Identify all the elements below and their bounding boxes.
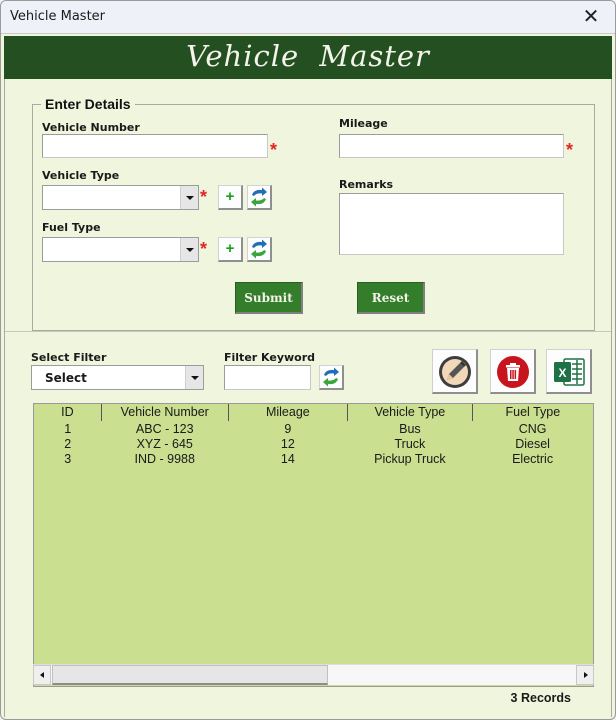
banner-title: Vehicle Master xyxy=(186,39,430,73)
filter-keyword-input[interactable] xyxy=(224,365,311,390)
enter-details-legend: Enter Details xyxy=(45,96,131,112)
column-header-id[interactable]: ID xyxy=(34,404,102,422)
vehicle-table: ID Vehicle Number Mileage Vehicle Type F… xyxy=(34,404,593,468)
chevron-down-icon[interactable] xyxy=(180,238,198,261)
vehicle-type-select[interactable] xyxy=(42,185,199,210)
form-content: Enter Details Vehicle Number * Vehicle T… xyxy=(4,79,612,717)
scroll-left-arrow-icon[interactable] xyxy=(33,665,51,685)
table-cell: IND - 9988 xyxy=(134,452,195,467)
table-cell: CNG xyxy=(518,421,547,436)
refresh-icon xyxy=(251,239,267,259)
vehicle-master-window: Vehicle Master ✕ Vehicle Master Enter De… xyxy=(0,0,616,720)
trash-icon xyxy=(497,356,529,388)
record-count: 3 Records xyxy=(510,691,571,705)
add-fuel-type-button[interactable]: + xyxy=(218,237,243,262)
pencil-icon xyxy=(439,356,471,388)
edit-button[interactable] xyxy=(432,349,478,394)
table-cell: Truck xyxy=(394,436,426,451)
export-excel-button[interactable]: X xyxy=(546,349,592,394)
table-cell: Electric xyxy=(512,452,554,467)
fuel-type-select[interactable] xyxy=(42,237,199,262)
table-cell: 9 xyxy=(284,421,292,436)
mileage-input[interactable] xyxy=(339,134,564,158)
refresh-fuel-type-button[interactable] xyxy=(247,237,272,262)
remarks-textarea[interactable] xyxy=(339,193,564,255)
mileage-label: Mileage xyxy=(339,117,388,130)
fuel-type-label: Fuel Type xyxy=(42,221,101,234)
refresh-icon xyxy=(323,367,339,387)
vehicle-number-label: Vehicle Number xyxy=(42,121,140,134)
reset-button[interactable]: Reset xyxy=(357,282,425,314)
select-filter-dropdown[interactable]: Select xyxy=(31,365,204,390)
table-cell: 2 xyxy=(64,436,72,451)
plus-icon: + xyxy=(225,188,235,205)
select-filter-label: Select Filter xyxy=(31,351,107,364)
refresh-icon xyxy=(251,187,267,207)
table-cell: 12 xyxy=(280,436,295,451)
horizontal-scrollbar[interactable] xyxy=(33,664,594,685)
scrollbar-thumb[interactable] xyxy=(52,665,328,685)
vehicle-type-required-icon: * xyxy=(200,187,208,207)
delete-button[interactable] xyxy=(490,349,536,394)
excel-icon: X xyxy=(554,358,585,386)
svg-text:X: X xyxy=(558,366,566,380)
vehicle-number-input[interactable] xyxy=(42,134,268,158)
add-vehicle-type-button[interactable]: + xyxy=(218,185,243,210)
table-row[interactable]: 1 ABC - 123 9 Bus CNG xyxy=(34,421,593,437)
table-cell: Bus xyxy=(399,421,421,436)
section-divider xyxy=(5,331,611,332)
remarks-label: Remarks xyxy=(339,178,394,191)
column-header-mileage[interactable]: Mileage xyxy=(228,404,349,422)
table-cell: Diesel xyxy=(515,436,550,451)
chevron-down-icon[interactable] xyxy=(180,186,198,209)
table-cell: ABC - 123 xyxy=(135,421,194,436)
mileage-required-icon: * xyxy=(566,140,574,160)
vehicle-number-required-icon: * xyxy=(270,140,278,160)
header-banner: Vehicle Master xyxy=(4,36,612,79)
column-header-fuel-type[interactable]: Fuel Type xyxy=(472,404,593,422)
chevron-down-icon[interactable] xyxy=(185,366,203,389)
vehicle-list-grid[interactable]: ID Vehicle Number Mileage Vehicle Type F… xyxy=(33,403,594,687)
plus-icon: + xyxy=(225,240,235,257)
column-header-vehicle-number[interactable]: Vehicle Number xyxy=(101,404,229,422)
refresh-vehicle-type-button[interactable] xyxy=(247,185,272,210)
table-body: 1 ABC - 123 9 Bus CNG 2 XYZ - 645 12 Truck Diesel… xyxy=(34,421,593,468)
refresh-filter-button[interactable] xyxy=(319,365,344,390)
vehicle-type-label: Vehicle Type xyxy=(42,169,120,182)
table-header-row: ID Vehicle Number Mileage Vehicle Type F… xyxy=(34,404,593,422)
submit-button[interactable]: Submit xyxy=(235,282,303,314)
table-cell: XYZ - 645 xyxy=(136,436,193,451)
title-bar: Vehicle Master ✕ xyxy=(1,1,615,34)
scroll-right-arrow-icon[interactable] xyxy=(576,665,594,685)
column-header-vehicle-type[interactable]: Vehicle Type xyxy=(347,404,473,422)
table-cell: 1 xyxy=(64,421,72,436)
select-filter-value: Select xyxy=(45,371,87,385)
close-icon[interactable]: ✕ xyxy=(581,6,601,26)
fuel-type-required-icon: * xyxy=(200,239,208,259)
window-title: Vehicle Master xyxy=(10,9,106,24)
table-cell: 3 xyxy=(64,452,72,467)
filter-keyword-label: Filter Keyword xyxy=(224,351,316,364)
table-cell: 14 xyxy=(280,452,295,467)
table-cell: Pickup Truck xyxy=(374,452,446,467)
table-row[interactable]: 3 IND - 9988 14 Pickup Truck Electric xyxy=(34,452,593,468)
table-row[interactable]: 2 XYZ - 645 12 Truck Diesel xyxy=(34,437,593,453)
